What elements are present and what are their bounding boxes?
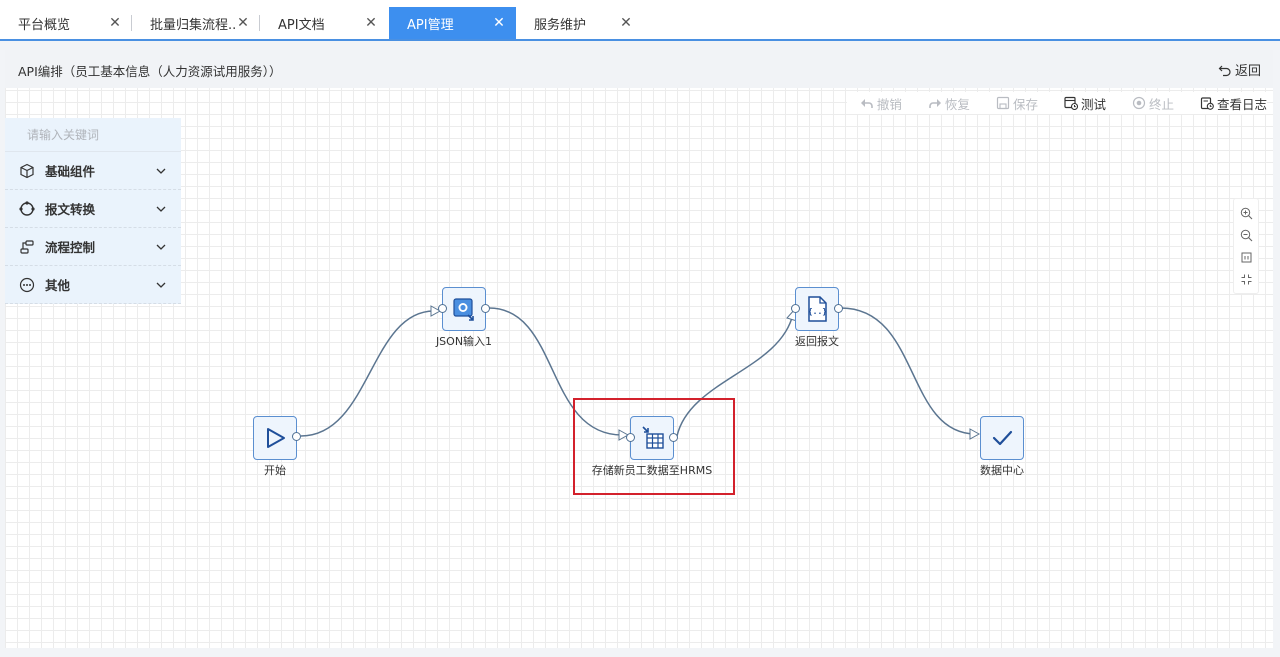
input-port[interactable]: [438, 304, 447, 313]
selection-highlight: [573, 398, 735, 495]
arrowhead-icon: [969, 428, 981, 440]
svg-text:{..}: {..}: [808, 307, 827, 316]
flow-node-json-input[interactable]: [442, 287, 486, 331]
play-icon: [267, 428, 285, 448]
flow-edges: [300, 305, 981, 441]
edge-start-json: [300, 310, 435, 437]
node-label: JSON输入1: [435, 335, 493, 348]
node-label: 返回报文: [795, 335, 839, 348]
json-input-icon: [453, 298, 474, 321]
node-label: 数据中心: [980, 464, 1024, 477]
output-port[interactable]: [834, 304, 843, 313]
input-port[interactable]: [791, 304, 800, 313]
flow-node-start[interactable]: [253, 416, 297, 460]
flow-node-return-message[interactable]: {..}: [795, 287, 839, 331]
check-icon: [992, 430, 1013, 446]
json-file-icon: {..}: [808, 296, 827, 322]
node-label: 开始: [264, 464, 286, 477]
edge-return-center: [840, 307, 976, 435]
output-port[interactable]: [292, 432, 301, 441]
output-port[interactable]: [481, 304, 490, 313]
flow-node-data-center[interactable]: [980, 416, 1024, 460]
